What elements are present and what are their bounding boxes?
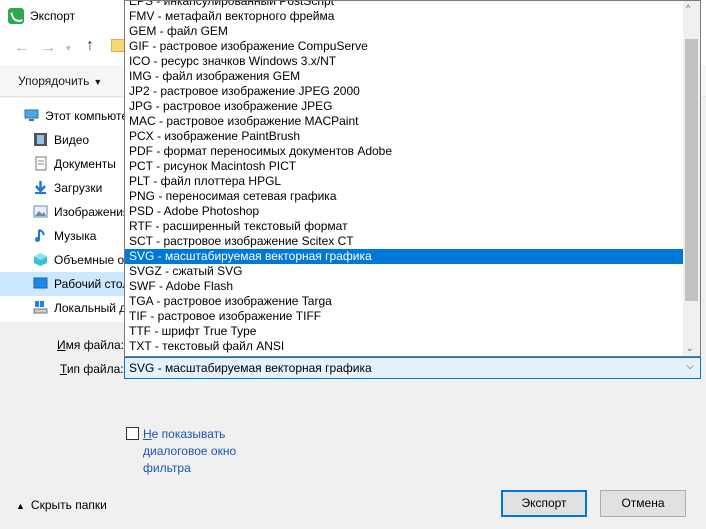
hide-folders-label: Скрыть папки [30, 498, 107, 512]
dropdown-option[interactable]: SVGZ - сжатый SVG [125, 264, 683, 279]
organize-button[interactable]: Упорядочить ▼ [18, 74, 102, 88]
dropdown-option[interactable]: EPS - инкапсулированный PostScript [125, 1, 683, 9]
dropdown-option[interactable]: JP2 - растровое изображение JPEG 2000 [125, 84, 683, 99]
dropdown-option[interactable]: PDF - формат переносимых документов Adob… [125, 144, 683, 159]
back-arrow-icon[interactable]: ← [14, 39, 30, 57]
local-disk-icon [33, 301, 48, 314]
sidebar-item-label: Рабочий стол [54, 277, 126, 291]
filetype-dropdown-list[interactable]: EPS - инкапсулированный PostScript FMV - … [124, 0, 701, 357]
scroll-down-icon[interactable]: ⌄ [686, 343, 694, 354]
dropdown-option[interactable]: TGA - растровое изображение Targa [125, 294, 683, 309]
checkbox-label-text: е показывать диалоговое окно фильтра [143, 427, 237, 475]
dropdown-option[interactable]: PNG - переносимая сетевая графика [125, 189, 683, 204]
filetype-label-accesskey: Т [60, 362, 67, 376]
forward-arrow-icon[interactable]: → [40, 39, 56, 57]
dropdown-option[interactable]: MAC - растровое изображение MACPaint [125, 114, 683, 129]
sidebar-item-label: Видео [54, 133, 90, 147]
scroll-thumb[interactable] [685, 39, 698, 301]
dropdown-option[interactable]: GIF - растровое изображение CompuServe [125, 39, 683, 54]
pictures-icon [33, 205, 48, 218]
navigation-pane: Этот компьютер Видео Документы Загрузки … [0, 98, 126, 322]
window-title: Экспорт [30, 9, 76, 23]
dropdown-option[interactable]: GEM - файл GEM [125, 24, 683, 39]
scroll-up-icon[interactable]: ^ [686, 3, 690, 13]
sidebar-item-desktop[interactable]: Рабочий стол [0, 272, 126, 296]
sidebar-item-label: Загрузки [54, 181, 103, 195]
filename-label-text: мя файла: [65, 338, 124, 352]
dropdown-option[interactable]: ICO - ресурс значков Windows 3.x/NT [125, 54, 683, 69]
sidebar-item-local-disk[interactable]: Локальный диск [0, 296, 126, 320]
dropdown-option[interactable]: SWF - Adobe Flash [125, 279, 683, 294]
up-arrow-icon[interactable]: ↑ [86, 37, 94, 55]
dropdown-option[interactable]: PCT - рисунок Macintosh PICT [125, 159, 683, 174]
sidebar-item-label: Локальный диск [54, 301, 126, 315]
recent-locations-chevron-icon[interactable]: ▾ [66, 43, 71, 54]
dropdown-option[interactable]: SCT - растровое изображение Scitex CT [125, 234, 683, 249]
sidebar-item-video[interactable]: Видео [0, 128, 126, 152]
sidebar-item-label: Документы [54, 157, 116, 171]
organize-label: Упорядочить [18, 74, 90, 88]
dropdown-scrollbar[interactable]: ^ ⌄ [683, 1, 700, 356]
filetype-label-text: ип файла: [66, 362, 124, 376]
hide-folders-button[interactable]: ▲ Скрыть папки [16, 498, 107, 512]
sidebar-item-documents[interactable]: Документы [0, 152, 126, 176]
desktop-icon [33, 277, 48, 289]
chevron-down-icon: ▼ [93, 77, 103, 87]
sidebar-item-label: Объемные объекты [54, 253, 126, 267]
sidebar-item-this-pc[interactable]: Этот компьютер [0, 104, 126, 128]
dropdown-option[interactable]: IMG - файл изображения GEM [125, 69, 683, 84]
music-icon [35, 229, 45, 242]
dropdown-option[interactable]: PLT - файл плоттера HPGL [125, 174, 683, 189]
sidebar-item-music[interactable]: Музыка [0, 224, 126, 248]
export-button[interactable]: Экспорт [501, 490, 587, 517]
dropdown-option[interactable]: TXT - текстовый файл ANSI [125, 339, 683, 354]
filetype-label: Тип файла: [60, 362, 124, 376]
video-icon [34, 133, 47, 146]
hide-filter-dialog-label[interactable]: Не показывать диалоговое окно фильтра [143, 426, 253, 477]
checkbox-label-accesskey: Н [143, 427, 152, 441]
dropdown-option[interactable]: PCX - изображение PaintBrush [125, 129, 683, 144]
3d-objects-icon [34, 253, 47, 266]
computer-icon [24, 109, 39, 121]
dropdown-option[interactable]: PSD - Adobe Photoshop [125, 204, 683, 219]
dropdown-option[interactable]: JPG - растровое изображение JPEG [125, 99, 683, 114]
sidebar-item-label: Этот компьютер [45, 109, 126, 123]
chevron-up-icon: ▲ [16, 501, 25, 511]
dropdown-option[interactable]: TTF - шрифт True Type [125, 324, 683, 339]
downloads-icon [35, 181, 46, 194]
sidebar-item-label: Музыка [54, 229, 97, 243]
sidebar-item-label: Изображения [54, 205, 126, 219]
filename-label: Имя файла: [57, 338, 124, 352]
filetype-select[interactable]: SVG - масштабируемая векторная графика ⌵ [124, 357, 701, 379]
folder-icon [111, 39, 125, 52]
dropdown-option[interactable]: FMV - метафайл векторного фрейма [125, 9, 683, 24]
dropdown-option[interactable]: TIF - растровое изображение TIFF [125, 309, 683, 324]
filename-label-accesskey: И [57, 338, 66, 352]
dropdown-option[interactable]: SVG - масштабируемая векторная графика [125, 249, 683, 264]
sidebar-item-pictures[interactable]: Изображения [0, 200, 126, 224]
hide-filter-dialog-checkbox[interactable] [126, 427, 139, 440]
dropdown-option[interactable]: RTF - расширенный текстовый формат [125, 219, 683, 234]
documents-icon [35, 156, 47, 171]
chevron-down-icon: ⌵ [686, 361, 694, 372]
filetype-select-value: SVG - масштабируемая векторная графика [129, 361, 372, 375]
app-icon [8, 8, 24, 24]
sidebar-item-downloads[interactable]: Загрузки [0, 176, 126, 200]
cancel-button[interactable]: Отмена [600, 490, 686, 517]
sidebar-item-3d-objects[interactable]: Объемные объекты [0, 248, 126, 272]
